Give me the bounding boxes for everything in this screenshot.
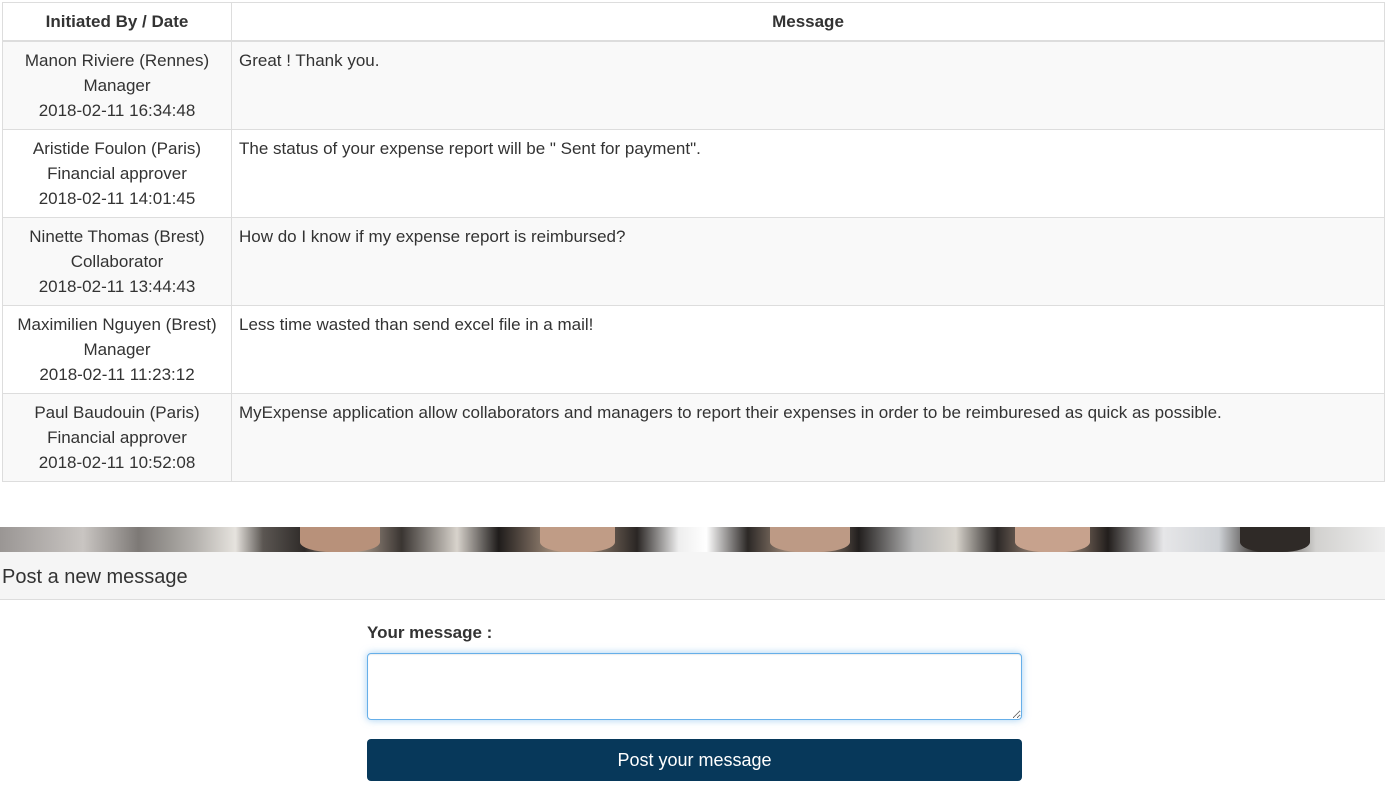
message-cell: The status of your expense report will b… [231,128,1385,218]
message-textarea[interactable] [367,653,1022,720]
message-date: 2018-02-11 14:01:45 [38,188,196,208]
page: Initiated By / Date Message Manon Rivier… [0,0,1385,794]
message-cell: Great ! Thank you. [231,40,1385,130]
messages-table: Initiated By / Date Message Manon Rivier… [2,2,1385,482]
column-header-message: Message [231,2,1385,42]
message-cell: MyExpense application allow collaborator… [231,392,1385,482]
initiator-cell: Paul Baudouin (Paris) Financial approver… [2,392,232,482]
post-message-form: Your message : Post your message [367,620,1022,781]
table-header: Initiated By / Date Message [2,2,1385,42]
message-date: 2018-02-11 13:44:43 [38,276,196,296]
message-cell: How do I know if my expense report is re… [231,216,1385,306]
photo-figure [300,527,380,552]
initiator-role: Collaborator [70,251,164,271]
photo-figure [1015,527,1090,552]
initiator-cell: Manon Riviere (Rennes) Manager 2018-02-1… [2,40,232,130]
photo-figure [1240,527,1310,552]
post-message-button[interactable]: Post your message [367,739,1022,781]
table-row: Maximilien Nguyen (Brest) Manager 2018-0… [2,304,1385,394]
initiator-cell: Aristide Foulon (Paris) Financial approv… [2,128,232,218]
initiator-role: Manager [83,339,151,359]
column-header-initiator: Initiated By / Date [2,2,232,42]
message-date: 2018-02-11 11:23:12 [39,364,195,384]
message-date: 2018-02-11 16:34:48 [38,101,196,120]
message-cell: Less time wasted than send excel file in… [231,304,1385,394]
initiator-role: Financial approver [47,163,187,183]
initiator-name: Aristide Foulon (Paris) [32,138,202,158]
initiator-cell: Maximilien Nguyen (Brest) Manager 2018-0… [2,304,232,394]
initiator-cell: Ninette Thomas (Brest) Collaborator 2018… [2,216,232,306]
table-row: Manon Riviere (Rennes) Manager 2018-02-1… [2,40,1385,130]
initiator-role: Financial approver [47,427,187,447]
post-panel-header: Post a new message [0,552,1385,600]
initiator-name: Paul Baudouin (Paris) [34,402,200,422]
initiator-role: Manager [83,76,151,95]
table-body: Manon Riviere (Rennes) Manager 2018-02-1… [2,40,1385,482]
post-panel-title: Post a new message [2,566,188,588]
table-row: Ninette Thomas (Brest) Collaborator 2018… [2,216,1385,306]
table-row: Aristide Foulon (Paris) Financial approv… [2,128,1385,218]
photo-figure [540,527,615,552]
table-row: Paul Baudouin (Paris) Financial approver… [2,392,1385,482]
initiator-name: Manon Riviere (Rennes) [24,51,210,70]
initiator-name: Ninette Thomas (Brest) [29,226,205,246]
team-photo-banner [0,527,1385,552]
photo-figure [770,527,850,552]
message-label: Your message : [367,623,493,642]
message-date: 2018-02-11 10:52:08 [38,452,196,472]
initiator-name: Maximilien Nguyen (Brest) [17,314,217,334]
